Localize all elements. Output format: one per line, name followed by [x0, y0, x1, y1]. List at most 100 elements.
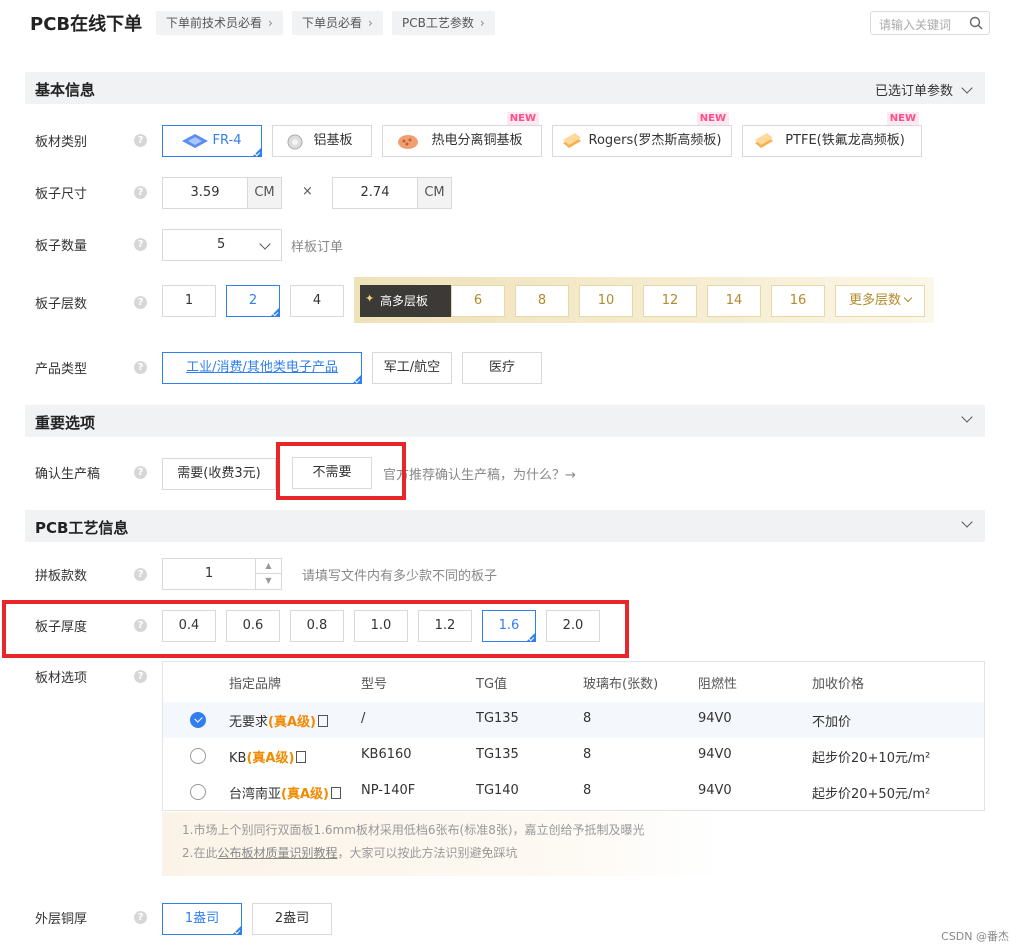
confirm-hint[interactable]: 官方推荐确认生产稿，为什么？→ [383, 464, 576, 483]
breadcrumb-pcb-params[interactable]: PCB工艺参数 › [392, 11, 495, 35]
label-product: 产品类型 [35, 362, 88, 377]
table-cell-price: 起步价20+50元/m² [812, 787, 931, 802]
label-panel: 拼板款数 [35, 569, 88, 584]
quantity-select[interactable]: 5 [162, 229, 282, 261]
layer-option-6[interactable]: 6 [451, 285, 505, 317]
table-header-price: 加收价格 [812, 677, 865, 692]
grade-tag: (真A级) [281, 787, 329, 802]
collapse-toggle[interactable] [953, 516, 973, 533]
table-row-brand[interactable]: KB(真A级) [229, 747, 307, 766]
label-board-option: 板材选项 [35, 671, 88, 686]
size-height-input[interactable]: 2.74 [332, 177, 418, 209]
row-radio[interactable] [190, 748, 206, 764]
table-row-brand[interactable]: 无要求(真A级) [229, 711, 328, 730]
selected-check-icon [234, 928, 241, 935]
layer-option-2[interactable]: 2 [226, 285, 280, 317]
chevron-down-icon [961, 82, 973, 94]
brand-name: 无要求 [229, 715, 269, 730]
help-icon[interactable]: ? [134, 568, 147, 581]
table-cell-model: / [361, 711, 366, 726]
new-badge: NEW [696, 112, 729, 125]
layer-option-14[interactable]: 14 [707, 285, 761, 317]
help-icon[interactable]: ? [134, 670, 147, 683]
layer-option-10[interactable]: 10 [579, 285, 633, 317]
section-basic-info: 基本信息 已选订单参数 [25, 72, 985, 104]
help-icon[interactable]: ? [134, 186, 147, 199]
product-option-industrial[interactable]: 工业/消费/其他类电子产品 [162, 352, 362, 384]
table-cell-tg: TG135 [476, 747, 519, 762]
search-icon[interactable] [969, 16, 983, 30]
quantity-hint: 样板订单 [291, 240, 344, 255]
aluminum-icon [287, 134, 303, 150]
help-icon[interactable]: ? [134, 134, 147, 147]
help-icon[interactable]: ? [134, 911, 147, 924]
breadcrumb-order-guide[interactable]: 下单员必看 › [292, 11, 383, 35]
collapse-toggle[interactable] [953, 411, 973, 428]
material-option-fr4[interactable]: FR-4 [162, 125, 262, 157]
table-cell-model: NP-140F [361, 783, 416, 798]
rogers-icon [563, 133, 581, 148]
pdf-icon[interactable] [330, 787, 341, 799]
table-cell-model: KB6160 [361, 747, 412, 762]
page-title: PCB在线下单 [30, 14, 143, 35]
chevron-right-icon: › [479, 16, 485, 30]
tutorial-link[interactable]: 公布板材质量识别教程 [217, 846, 337, 860]
search-input[interactable]: 请输入关键词 [870, 11, 990, 35]
table-row-brand[interactable]: 台湾南亚(真A级) [229, 783, 341, 802]
panel-count-value: 1 [204, 566, 214, 581]
help-icon[interactable]: ? [134, 361, 147, 374]
pdf-icon[interactable] [317, 715, 328, 727]
chevron-right-icon: › [368, 16, 373, 30]
table-header-glass: 玻璃布(张数) [583, 677, 659, 692]
decrement-icon[interactable]: ▼ [255, 574, 281, 589]
row-radio[interactable] [190, 784, 206, 800]
layer-option-1[interactable]: 1 [162, 285, 216, 317]
layer-option-12[interactable]: 12 [643, 285, 697, 317]
section-important[interactable]: 重要选项 [25, 405, 985, 437]
breadcrumb-label: 下单前技术员必看 [166, 16, 263, 30]
help-icon[interactable]: ? [134, 238, 147, 251]
option-label: 铝基板 [313, 133, 353, 148]
breadcrumb-label: 下单员必看 [302, 16, 363, 30]
layer-option-16[interactable]: 16 [771, 285, 825, 317]
grade-tag: (真A级) [246, 751, 295, 766]
confirm-option-yes[interactable]: 需要(收费3元) [162, 458, 276, 490]
material-option-ptfe[interactable]: PTFE(铁氟龙高频板) NEW [742, 112, 922, 157]
board-notes: 1.市场上个别同行双面板1.6mm板材采用低档6张布(标准8张)，嘉立创给予抵制… [162, 812, 722, 876]
table-cell-flame: 94V0 [698, 783, 732, 798]
help-icon[interactable]: ? [134, 296, 147, 309]
material-option-aluminum[interactable]: 铝基板 [272, 125, 372, 157]
section-pcb-process[interactable]: PCB工艺信息 [25, 510, 985, 542]
size-width-input[interactable]: 3.59 [162, 177, 248, 209]
search-placeholder: 请输入关键词 [879, 18, 952, 32]
highlight-box-thickness [2, 600, 629, 658]
table-header-model: 型号 [361, 677, 388, 692]
table-cell-price: 不加价 [812, 715, 852, 730]
material-option-copper[interactable]: 热电分离铜基板 NEW [382, 112, 542, 157]
grade-tag: (真A级) [268, 715, 316, 730]
high-layer-badge: ✦ 高多层板 [360, 285, 452, 317]
product-option-medical[interactable]: 医疗 [462, 352, 542, 384]
selected-params-toggle[interactable]: 已选订单参数 [875, 80, 973, 99]
layer-option-8[interactable]: 8 [515, 285, 569, 317]
chevron-down-icon [961, 411, 973, 423]
section-title: 重要选项 [35, 414, 96, 432]
panel-count-stepper[interactable]: 1 ▲ ▼ [162, 558, 282, 590]
label-size: 板子尺寸 [35, 187, 88, 202]
note-line-2: 2.在此公布板材质量识别教程，大家可以按此方法识别避免踩坑 [182, 844, 517, 861]
increment-icon[interactable]: ▲ [255, 559, 281, 574]
copper-option-1oz[interactable]: 1盎司 [162, 903, 242, 935]
table-cell-flame: 94V0 [698, 711, 732, 726]
label-material: 板材类别 [35, 135, 88, 150]
copper-option-2oz[interactable]: 2盎司 [252, 903, 332, 935]
option-label: FR-4 [212, 133, 242, 148]
pdf-icon[interactable] [296, 751, 307, 763]
table-cell-tg: TG135 [476, 711, 519, 726]
product-option-military[interactable]: 军工/航空 [372, 352, 452, 384]
row-radio-selected[interactable] [190, 712, 206, 728]
material-option-rogers[interactable]: Rogers(罗杰斯高频板) NEW [552, 112, 732, 157]
layer-option-4[interactable]: 4 [290, 285, 344, 317]
help-icon[interactable]: ? [134, 466, 147, 479]
breadcrumb-tech-guide[interactable]: 下单前技术员必看 › [156, 11, 283, 35]
more-layers-button[interactable]: 更多层数 [835, 285, 925, 317]
